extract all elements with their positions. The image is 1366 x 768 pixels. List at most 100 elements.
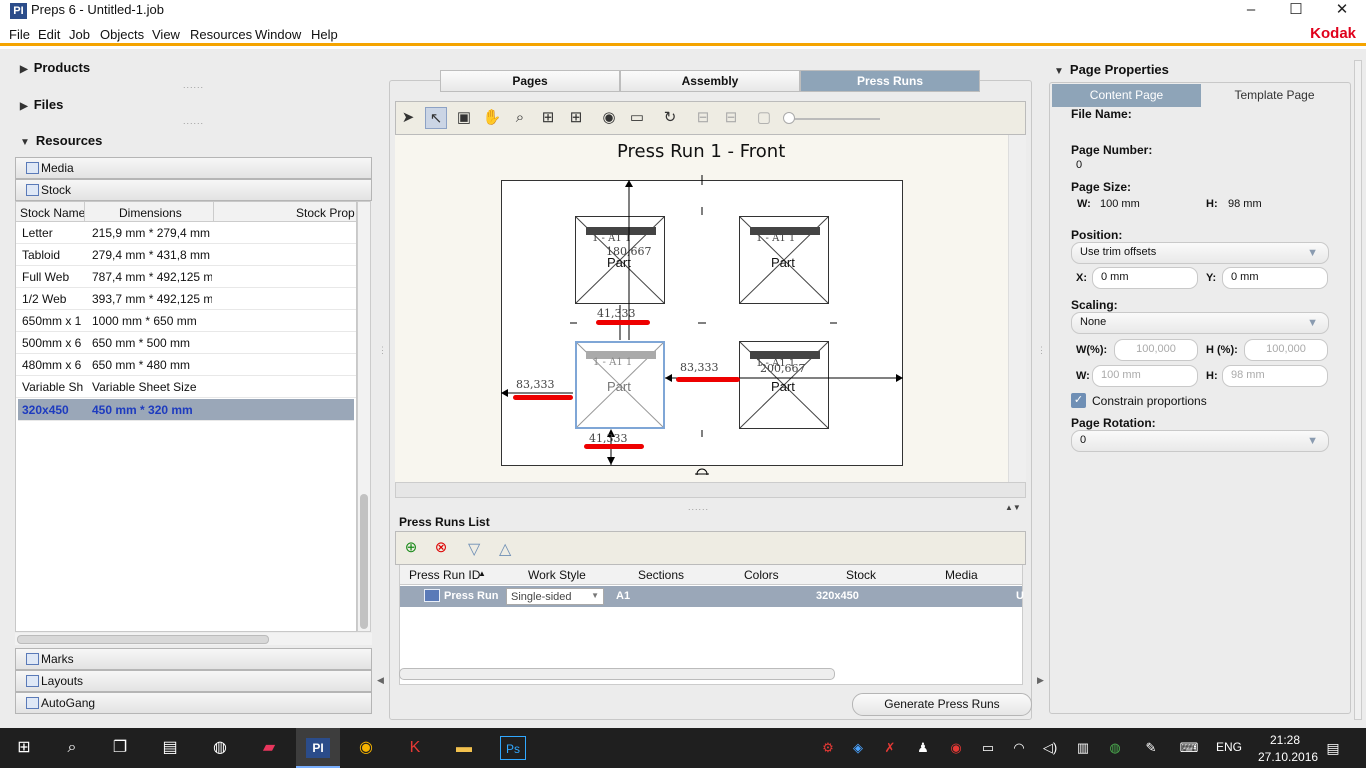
page-select-icon[interactable]: ▣ [453,107,475,129]
volume-icon[interactable]: ◁) [1037,736,1063,760]
col-sections[interactable]: Sections [638,568,684,582]
splitter-grip-vertical[interactable]: ⋮ [378,345,388,356]
kaspersky-icon[interactable]: K [402,736,428,760]
notifications-icon[interactable]: ▤ [1320,736,1346,760]
fit-icon[interactable]: ⊞ [537,107,559,129]
table-row[interactable]: 480mm x 6 650 mm * 480 mm [16,354,356,376]
expand-collapse-icon[interactable]: ▲▼ [1005,503,1021,512]
col-colors[interactable]: Colors [744,568,779,582]
store-icon[interactable]: ▤ [157,736,183,760]
rotation-select[interactable]: 0 ▼ [1071,430,1329,452]
x-offset-input[interactable]: 0 mm [1092,267,1198,289]
scaled-width-input[interactable]: 100 mm [1092,365,1198,387]
tab-assembly[interactable]: Assembly [620,70,800,92]
table-row[interactable]: Variable Sh Variable Sheet Size [16,376,356,398]
folder-icon[interactable]: ▬ [451,736,477,760]
tab-content-page[interactable]: Content Page [1052,84,1201,107]
horizontal-scrollbar[interactable] [15,633,372,645]
menu-resources[interactable]: Resources [190,27,252,42]
tab-pages[interactable]: Pages [440,70,620,92]
tray-icon-5[interactable]: ◉ [943,736,969,760]
close-button[interactable]: ✕ [1319,0,1365,22]
app-icon-1[interactable]: ◍ [207,736,233,760]
menu-view[interactable]: View [152,27,180,42]
press-run-row[interactable]: Press Run Single-sided ▼ A1 320x450 U [400,586,1024,607]
col-stock[interactable]: Stock [846,568,876,582]
menu-help[interactable]: Help [311,27,338,42]
pointer-icon[interactable]: ➤ [397,107,419,129]
wifi-icon[interactable]: ◠ [1006,736,1032,760]
zoom-slider[interactable] [788,118,880,120]
tray-icon-3[interactable]: ✗ [877,736,903,760]
menu-job[interactable]: Job [69,27,90,42]
y-offset-input[interactable]: 0 mm [1222,267,1328,289]
accordion-marks[interactable]: Marks [15,648,372,670]
distribute-icon[interactable]: ⊟ [720,107,742,129]
scaling-select[interactable]: None ▼ [1071,312,1329,334]
add-press-run-icon[interactable]: ⊕ [398,536,424,560]
clock-date[interactable]: 27.10.2016 [1258,750,1318,764]
accordion-stock[interactable]: Stock [15,179,372,201]
vertical-scrollbar[interactable] [357,201,371,632]
minimize-button[interactable]: – [1228,0,1274,22]
chrome-icon[interactable]: ◉ [353,736,379,760]
menu-file[interactable]: File [9,27,30,42]
tree-products[interactable]: ▶ Products [20,60,90,75]
properties-scrollbar[interactable] [1354,60,1362,720]
col-stock-name[interactable]: Stock Name [20,206,85,220]
splitter-grip[interactable]: ...... [688,502,709,512]
task-view-icon[interactable]: ❐ [107,736,133,760]
table-row[interactable]: Full Web 787,4 mm * 492,125 m [16,266,356,288]
ruler-icon[interactable]: ▭ [626,107,648,129]
splitter-grip[interactable]: ...... [183,80,204,90]
battery-icon[interactable]: ▭ [975,736,1001,760]
page-properties-header[interactable]: ▼ Page Properties [1054,62,1169,77]
grid-star-icon[interactable]: ⊞ [565,107,587,129]
rotate-icon[interactable]: ↻ [659,107,681,129]
tray-icon-1[interactable]: ⚙ [815,736,841,760]
table-row[interactable]: Letter 215,9 mm * 279,4 mm [16,222,356,244]
scroll-thumb[interactable] [360,494,368,629]
zoom-icon[interactable]: ⌕ [509,107,531,129]
table-row-selected[interactable]: 320x450 450 mm * 320 mm [18,399,354,421]
collapse-left-arrow-icon[interactable]: ◀ [377,675,384,686]
scaled-height-input[interactable]: 98 mm [1222,365,1328,387]
move-up-icon[interactable]: △ [499,539,511,559]
align-icon[interactable]: ⊟ [692,107,714,129]
scroll-thumb[interactable] [17,635,269,644]
search-icon[interactable]: ⌕ [59,736,85,760]
maximize-button[interactable]: ☐ [1273,0,1319,22]
constrain-checkbox[interactable]: ✓ [1071,393,1086,408]
position-select[interactable]: Use trim offsets ▼ [1071,242,1329,264]
delete-press-run-icon[interactable]: ⊗ [428,536,454,560]
tray-icon-6[interactable]: ◍ [1102,736,1128,760]
preview-eye-icon[interactable]: ◉ [598,107,620,129]
table-row[interactable]: 650mm x 1 1000 mm * 650 mm [16,310,356,332]
language-indicator[interactable]: ENG [1216,740,1242,754]
collapse-right-arrow-icon[interactable]: ▶ [1037,675,1044,686]
preps-taskbar-button[interactable]: PI [296,728,340,768]
col-media[interactable]: Media [945,568,978,582]
work-style-select[interactable]: Single-sided ▼ [506,588,604,605]
windows-start-icon[interactable]: ⊞ [11,736,37,760]
col-press-run-id[interactable]: Press Run ID [409,568,480,582]
col-work-style[interactable]: Work Style [528,568,586,582]
zoom-slider-thumb[interactable] [783,112,795,124]
splitter-grip[interactable]: ...... [183,116,204,126]
tree-resources[interactable]: ▼ Resources [20,133,102,148]
table-row[interactable]: 1/2 Web 393,7 mm * 492,125 m [16,288,356,310]
clock-time[interactable]: 21:28 [1265,733,1305,747]
tray-icon-2[interactable]: ◈ [845,736,871,760]
move-down-icon[interactable]: ▽ [468,539,480,559]
accordion-autogang[interactable]: AutoGang [15,692,372,714]
layer-icon[interactable]: ▢ [753,107,775,129]
height-percent-input[interactable]: 100,000 [1244,339,1328,361]
accordion-layouts[interactable]: Layouts [15,670,372,692]
tree-files[interactable]: ▶ Files [20,97,63,112]
col-stock-prop[interactable]: Stock Prop [296,206,355,220]
menu-window[interactable]: Window [255,27,301,42]
usb-icon[interactable]: ▥ [1070,736,1096,760]
splitter-grip-vertical[interactable]: ⋮ [1037,345,1047,356]
tab-template-page[interactable]: Template Page [1201,84,1348,107]
generate-press-runs-button[interactable]: Generate Press Runs [852,693,1032,716]
